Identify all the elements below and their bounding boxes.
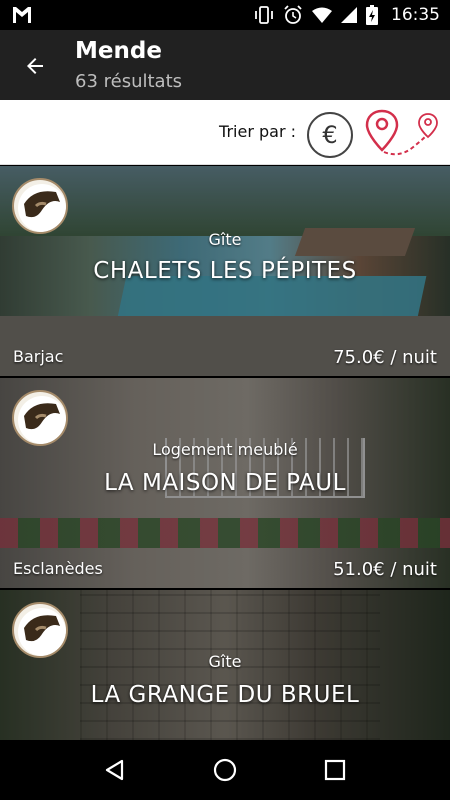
listing-type: Gîte bbox=[208, 652, 242, 671]
sort-bar: Trier par : € bbox=[0, 100, 450, 165]
listing-card[interactable]: Gîte CHALETS LES PÉPITES Barjac 75.0€ / … bbox=[0, 166, 450, 376]
listing-card[interactable]: Gîte LA GRANGE DU BRUEL bbox=[0, 590, 450, 740]
battery-charging-icon bbox=[366, 5, 378, 25]
nav-recents-button[interactable] bbox=[310, 745, 360, 795]
gmail-icon bbox=[13, 7, 31, 23]
arrow-back-icon bbox=[27, 58, 43, 74]
home-circle-icon bbox=[213, 758, 237, 782]
listing-name: CHALETS LES PÉPITES bbox=[93, 258, 357, 284]
alarm-icon bbox=[284, 5, 302, 24]
label-badge-icon bbox=[12, 390, 68, 446]
listing-name: LA MAISON DE PAUL bbox=[104, 470, 346, 496]
status-time: 16:35 bbox=[391, 5, 440, 25]
listing-card[interactable]: Logement meublé LA MAISON DE PAUL Esclan… bbox=[0, 378, 450, 588]
sort-by-price-button[interactable]: € bbox=[307, 112, 353, 158]
nav-home-button[interactable] bbox=[200, 745, 250, 795]
listing-price: 51.0€ / nuit bbox=[333, 559, 437, 580]
listing-town: Barjac bbox=[13, 347, 64, 366]
sort-label: Trier par : bbox=[219, 122, 296, 141]
results-count: 63 résultats bbox=[75, 71, 183, 92]
vibrate-icon bbox=[255, 6, 273, 24]
listing-type: Logement meublé bbox=[152, 440, 298, 459]
status-bar: 16:35 bbox=[0, 0, 450, 30]
label-badge-icon bbox=[12, 178, 68, 234]
label-badge-icon bbox=[12, 602, 68, 658]
sort-by-distance-button[interactable] bbox=[364, 108, 442, 160]
app-bar: Mende 63 résultats bbox=[0, 30, 450, 100]
listing-type: Gîte bbox=[208, 230, 242, 249]
distance-sort-icon bbox=[365, 109, 438, 156]
wifi-icon bbox=[312, 7, 332, 23]
listing-price: 75.0€ / nuit bbox=[333, 347, 437, 368]
back-triangle-icon bbox=[105, 759, 124, 781]
listing-name: LA GRANGE DU BRUEL bbox=[90, 682, 360, 708]
listing-town: Esclanèdes bbox=[13, 559, 103, 578]
back-button[interactable] bbox=[16, 47, 54, 85]
page-title: Mende bbox=[75, 38, 162, 64]
nav-back-button[interactable] bbox=[90, 745, 140, 795]
status-icons: 16:35 bbox=[254, 0, 440, 30]
signal-icon bbox=[341, 7, 357, 23]
system-nav-bar bbox=[0, 740, 450, 800]
price-sort-icon: € bbox=[322, 121, 338, 149]
recents-square-icon bbox=[324, 759, 346, 781]
